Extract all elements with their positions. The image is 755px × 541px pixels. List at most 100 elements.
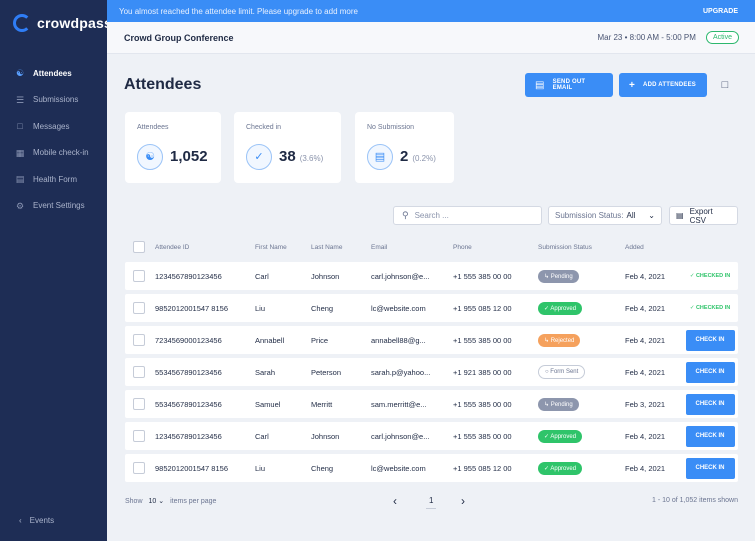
search-input[interactable] [414,211,535,220]
table-row[interactable]: 9852012001547 8156 Liu Cheng lc@website.com… [125,454,738,482]
added-date: Feb 3, 2021 [625,399,666,409]
plus-icon: + [629,79,636,91]
current-page[interactable]: 1 [426,496,437,509]
chevron-down-icon: ⌄ [648,211,655,220]
attendees-table: Attendee ID First Name Last Name Email P… [125,236,738,486]
sidebar-item-label: Event Settings [33,201,85,211]
per-page-control: Show 10 ⌄ items per page [125,497,217,506]
table-row[interactable]: 1234567890123456 Carl Johnson carl.johnson@… [125,422,738,450]
attendee-id: 9852012001547 8156 [155,303,228,313]
submission-status-select[interactable]: Submission Status: All ⌄ [548,206,662,225]
users-icon: ☯ [15,68,25,79]
stat-value: 1,052 [170,148,208,165]
select-all-checkbox[interactable] [133,241,145,253]
check-in-button[interactable]: CHECK IN [685,457,735,479]
events-label: Events [29,516,55,525]
search-icon: ⚲ [402,210,409,220]
table-row[interactable]: 9852012001547 8156 Liu Cheng lc@website.com… [125,294,738,322]
column-header[interactable]: First Name [255,244,311,251]
last-name: Johnson [311,271,340,281]
table-row[interactable]: 1234567890123456 Carl Johnson carl.johnson@… [125,262,738,290]
phone: +1 555 385 00 00 [453,431,512,441]
items-summary: 1 - 10 of 1,052 items shown [652,497,738,504]
events-back-link[interactable]: ‹ Events [19,516,54,525]
stat-label: Checked in [246,124,282,131]
sidebar-item-messages[interactable]: □ Messages [0,113,107,140]
first-name: Carl [255,431,269,441]
row-checkbox[interactable] [133,270,145,282]
sidebar-item-attendees[interactable]: ☯ Attendees [0,60,107,87]
status-filter-value: All [626,211,636,220]
prev-page-icon[interactable]: ‹ [393,494,397,508]
event-date: Mar 23 • 8:00 AM - 5:00 PM [597,33,696,42]
logo[interactable]: crowdpass [13,14,112,32]
sidebar: crowdpass ☯ Attendees ☰ Submissions □ Me… [0,0,112,541]
per-page-select[interactable]: 10 ⌄ [149,497,165,505]
next-page-icon[interactable]: › [461,494,465,508]
event-meta: Mar 23 • 8:00 AM - 5:00 PM Active [597,31,739,44]
add-attendees-button[interactable]: + ADD ATTENDEES [619,73,707,97]
column-header[interactable]: Attendee ID [155,244,255,251]
sidebar-nav: ☯ Attendees ☰ Submissions □ Messages ▦ M… [0,60,107,219]
sidebar-item-mobile-checkin[interactable]: ▦ Mobile check-in [0,140,107,167]
attendee-id: 7234569000123456 [155,335,222,345]
email: lc@website.com [371,303,426,313]
check-in-button[interactable]: CHECK IN [685,361,735,383]
row-checkbox[interactable] [133,462,145,474]
last-name: Cheng [311,303,334,313]
banner-message: You almost reached the attendee limit. P… [119,6,358,16]
sidebar-item-submissions[interactable]: ☰ Submissions [0,87,107,114]
send-email-button[interactable]: ▤ SEND OUT EMAIL [525,73,613,97]
row-checkbox[interactable] [133,334,145,346]
check-in-button[interactable]: CHECK IN [685,425,735,447]
submission-status-badge: ↳ Rejected [538,333,581,347]
search-box[interactable]: ⚲ [393,206,542,225]
row-checkbox[interactable] [133,430,145,442]
last-name: Peterson [311,367,342,377]
added-date: Feb 4, 2021 [625,303,666,313]
table-body: 1234567890123456 Carl Johnson carl.johnson@… [125,262,738,482]
chevron-left-icon: ‹ [19,516,22,525]
last-name: Cheng [311,463,334,473]
sidebar-item-health-form[interactable]: ▤ Health Form [0,166,107,193]
first-name: Carl [255,271,269,281]
first-name: Liu [255,303,266,313]
attendee-id: 9852012001547 8156 [155,463,228,473]
row-checkbox[interactable] [133,366,145,378]
clipboard-icon: ▤ [367,144,393,170]
submission-status-badge: ✓ Approved [538,461,583,475]
column-header[interactable]: Email [371,244,453,251]
email: sarah.p@yahoo... [371,367,431,377]
upgrade-link[interactable]: UPGRADE [703,8,738,15]
form-icon: ▤ [15,174,25,185]
table-row[interactable]: 5534567890123456 Sarah Peterson sarah.p@yah… [125,358,738,386]
people-icon: ☯ [137,144,163,170]
column-header[interactable]: Added [625,244,682,251]
email: carl.johnson@e... [371,431,430,441]
chat-icon[interactable]: □ [718,78,732,92]
column-header[interactable]: Phone [453,244,538,251]
first-name: Liu [255,463,266,473]
sidebar-item-event-settings[interactable]: ⚙ Event Settings [0,193,107,220]
table-row[interactable]: 5534567890123456 Samuel Merritt sam.merritt… [125,390,738,418]
phone: +1 921 385 00 00 [453,367,512,377]
first-name: Samuel [255,399,281,409]
per-page-suffix: items per page [170,497,217,505]
check-in-button[interactable]: CHECK IN [685,329,735,351]
added-date: Feb 4, 2021 [625,367,666,377]
check-in-button[interactable]: CHECK IN [685,393,735,415]
row-checkbox[interactable] [133,398,145,410]
export-csv-button[interactable]: ▤ Export CSV [669,206,738,225]
submission-status-badge: ✓ Approved [538,429,583,443]
attendee-id: 1234567890123456 [155,431,222,441]
row-checkbox[interactable] [133,302,145,314]
column-header[interactable]: Submission Status [538,244,625,251]
document-icon: ▤ [535,79,545,91]
show-label: Show [125,497,143,505]
event-header: Crowd Group Conference Mar 23 • 8:00 AM … [107,22,755,54]
added-date: Feb 4, 2021 [625,335,666,345]
table-row[interactable]: 7234569000123456 Annabell Price annabell88@… [125,326,738,354]
stat-card-attendees: Attendees ☯ 1,052 [125,112,221,183]
stat-card-checked-in: Checked in ✓ 38 (3.6%) [234,112,341,183]
column-header[interactable]: Last Name [311,244,371,251]
